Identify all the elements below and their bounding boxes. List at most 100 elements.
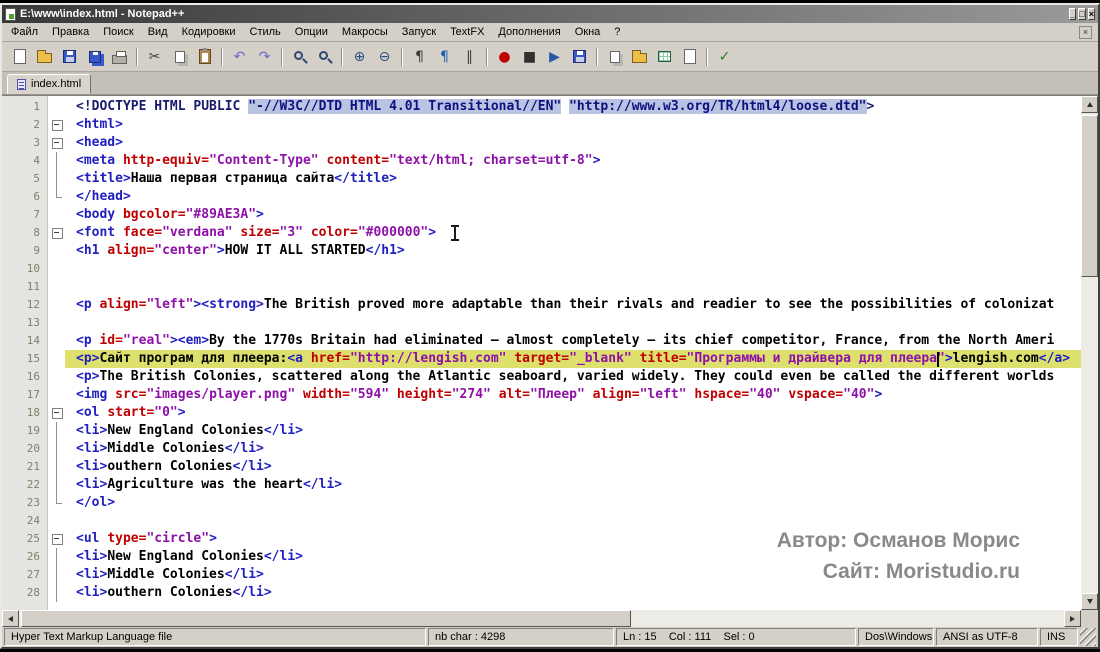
line-number: 9	[33, 244, 40, 257]
word-wrap-icon[interactable]: ¶	[408, 46, 431, 68]
menu-windows[interactable]: Окна	[568, 23, 608, 41]
code-line[interactable]: <li>New England Colonies</li>	[65, 548, 1081, 566]
code-line[interactable]: <li>outhern Colonies</li>	[65, 584, 1081, 602]
save-all-icon[interactable]	[83, 46, 106, 68]
code-line[interactable]: <p id="real"><em>By the 1770s Britain ha…	[65, 332, 1081, 350]
fold-margin-cell	[49, 188, 65, 206]
menu-encodings[interactable]: Кодировки	[175, 23, 243, 41]
code-line[interactable]: <li>Agriculture was the heart</li>	[65, 476, 1081, 494]
save-icon[interactable]	[58, 46, 81, 68]
code-line[interactable]: <li>Middle Colonies</li>	[65, 440, 1081, 458]
maximize-button[interactable]: □	[1078, 8, 1086, 20]
code-line[interactable]: <!DOCTYPE HTML PUBLIC "-//W3C//DTD HTML …	[65, 98, 1081, 116]
doc-monitor-icon[interactable]	[603, 46, 626, 68]
find-replace-icon[interactable]	[313, 46, 336, 68]
menu-style[interactable]: Стиль	[243, 23, 288, 41]
code-line[interactable]	[65, 278, 1081, 296]
copy-icon[interactable]	[168, 46, 191, 68]
code-line[interactable]: <html>	[65, 116, 1081, 134]
line-number: 3	[33, 136, 40, 149]
fold-marker[interactable]	[49, 530, 65, 548]
undo-icon[interactable]: ↶	[228, 46, 251, 68]
app-icon[interactable]	[5, 7, 16, 21]
code-line[interactable]: <p>The British Colonies, scattered along…	[65, 368, 1081, 386]
code-line[interactable]: <img src="images/player.png" width="594"…	[65, 386, 1081, 404]
menu-macros[interactable]: Макросы	[335, 23, 395, 41]
show-all-characters-icon[interactable]: ¶	[433, 46, 456, 68]
menu-help[interactable]: ?	[607, 23, 627, 41]
find-icon[interactable]	[288, 46, 311, 68]
indent-guide-icon[interactable]: ∥	[458, 46, 481, 68]
code-line[interactable]	[65, 314, 1081, 332]
title-bar[interactable]: E:\www\index.html - Notepad++ _ □ ×	[2, 5, 1098, 23]
function-list-icon[interactable]	[653, 46, 676, 68]
code-line[interactable]: <body bgcolor="#89AE3A">	[65, 206, 1081, 224]
scroll-left-button[interactable]	[2, 610, 19, 627]
save-macro-icon[interactable]	[568, 46, 591, 68]
code-line[interactable]	[65, 512, 1081, 530]
new-file-icon[interactable]	[8, 46, 31, 68]
code-line[interactable]: </ol>	[65, 494, 1081, 512]
scroll-up-button[interactable]	[1081, 96, 1098, 113]
menu-run[interactable]: Запуск	[395, 23, 443, 41]
code-line[interactable]: <head>	[65, 134, 1081, 152]
redo-icon[interactable]: ↷	[253, 46, 276, 68]
arrow-right-icon	[1070, 615, 1075, 622]
paste-icon[interactable]	[193, 46, 216, 68]
record-macro-icon[interactable]: ●	[493, 46, 516, 68]
status-char-count: nb char : 4298	[428, 628, 614, 646]
minimize-button[interactable]: _	[1069, 8, 1077, 20]
vertical-scroll-thumb[interactable]	[1081, 115, 1098, 277]
menu-textfx[interactable]: TextFX	[443, 23, 491, 41]
code-line[interactable]: <li>New England Colonies</li>	[65, 422, 1081, 440]
code-line[interactable]: <meta http-equiv="Content-Type" content=…	[65, 152, 1081, 170]
stop-macro-icon[interactable]: ■	[518, 46, 541, 68]
menu-file[interactable]: Файл	[4, 23, 45, 41]
tab-index-html[interactable]: index.html	[7, 74, 92, 94]
code-line[interactable]: <h1 align="center">HOW IT ALL STARTED</h…	[65, 242, 1081, 260]
code-line[interactable]: <p>Сайт програм для плеера:<a href="http…	[65, 350, 1081, 368]
open-file-icon[interactable]	[33, 46, 56, 68]
text-caret	[937, 352, 939, 367]
menu-plugins[interactable]: Дополнения	[491, 23, 567, 41]
code-line[interactable]	[65, 260, 1081, 278]
code-line[interactable]: <li>Middle Colonies</li>	[65, 566, 1081, 584]
code-line[interactable]: <li>outhern Colonies</li>	[65, 458, 1081, 476]
line-number: 13	[26, 316, 40, 329]
code-line[interactable]: <p align="left"><strong>The British prov…	[65, 296, 1081, 314]
fold-marker[interactable]	[49, 224, 65, 242]
spell-check-icon[interactable]: ✓	[713, 46, 736, 68]
menubar-close-icon[interactable]: ×	[1079, 25, 1092, 39]
zoom-out-icon[interactable]: ⊖	[373, 46, 396, 68]
fold-marker[interactable]	[49, 116, 65, 134]
play-macro-icon[interactable]: ▶	[543, 46, 566, 68]
resize-grip[interactable]	[1080, 628, 1096, 646]
close-button[interactable]: ×	[1087, 8, 1095, 20]
menu-view[interactable]: Вид	[141, 23, 175, 41]
code-line[interactable]: <ul type="circle">	[65, 530, 1081, 548]
doc-map-icon[interactable]	[678, 46, 701, 68]
code-line[interactable]: <font face="verdana" size="3" color="#00…	[65, 224, 1081, 242]
menu-edit[interactable]: Правка	[45, 23, 96, 41]
scroll-right-button[interactable]	[1064, 610, 1081, 627]
fold-margin-cell	[49, 296, 65, 314]
zoom-in-icon[interactable]: ⊕	[348, 46, 371, 68]
fold-margin-cell	[49, 566, 65, 584]
fold-marker[interactable]	[49, 404, 65, 422]
scroll-down-button[interactable]	[1081, 593, 1098, 610]
code-line[interactable]: <title>Наша первая страница сайта</title…	[65, 170, 1081, 188]
menu-search[interactable]: Поиск	[96, 23, 140, 41]
folder-workspace-icon[interactable]	[628, 46, 651, 68]
menu-settings[interactable]: Опции	[288, 23, 335, 41]
code-line[interactable]: </head>	[65, 188, 1081, 206]
horizontal-scroll-thumb[interactable]	[21, 610, 631, 627]
window-title: E:\www\index.html - Notepad++	[20, 8, 185, 20]
code-line[interactable]: <ol start="0">	[65, 404, 1081, 422]
horizontal-scrollbar[interactable]	[2, 610, 1081, 627]
cut-icon[interactable]: ✂	[143, 46, 166, 68]
print-icon[interactable]	[108, 46, 131, 68]
fold-marker[interactable]	[49, 134, 65, 152]
code-area[interactable]: <!DOCTYPE HTML PUBLIC "-//W3C//DTD HTML …	[65, 96, 1081, 610]
vertical-scrollbar[interactable]	[1081, 96, 1098, 610]
editor[interactable]: 1 2 3 4 5 6 7 8 9 10 11 12 13 14 15 16 17 18 19 20 21 22 23 24 2…	[2, 95, 1098, 627]
